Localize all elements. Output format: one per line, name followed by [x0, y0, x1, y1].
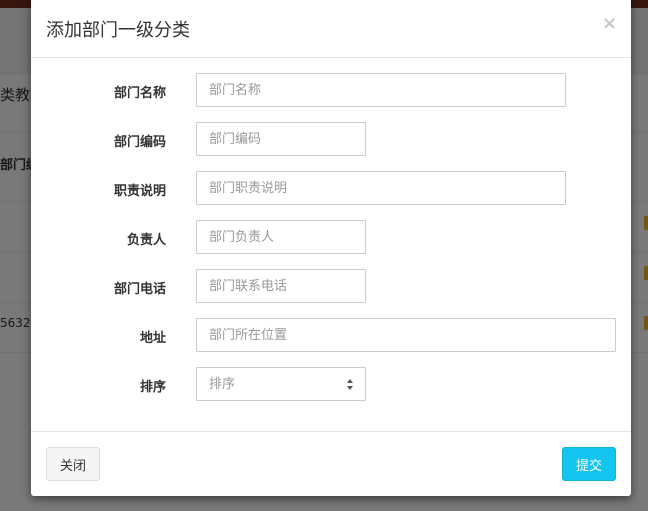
form-row-code: 部门编码	[31, 122, 631, 156]
form-row-sort: 排序	[31, 367, 631, 401]
form-row-owner: 负责人	[31, 220, 631, 254]
chevron-up-icon[interactable]	[347, 379, 353, 383]
address-input[interactable]	[196, 318, 616, 352]
department-name-label: 部门名称	[113, 86, 166, 101]
department-code-label: 部门编码	[113, 135, 166, 150]
owner-input[interactable]	[196, 220, 366, 254]
owner-label: 负责人	[126, 233, 166, 248]
form-row-phone: 部门电话	[31, 269, 631, 303]
form-row-desc: 职责说明	[31, 171, 631, 205]
form-row-name: 部门名称	[31, 73, 631, 107]
department-code-input[interactable]	[196, 122, 366, 156]
responsibility-input[interactable]	[196, 171, 566, 205]
close-button[interactable]: 关闭	[46, 447, 100, 481]
modal-footer: 关闭 提交	[31, 431, 631, 496]
phone-input[interactable]	[196, 269, 366, 303]
phone-label: 部门电话	[113, 282, 166, 297]
chevron-down-icon[interactable]	[347, 386, 353, 390]
form-row-address: 地址	[31, 318, 631, 352]
modal-title: 添加部门一级分类	[46, 20, 190, 41]
close-icon[interactable]: ×	[602, 14, 617, 34]
responsibility-label: 职责说明	[113, 184, 166, 199]
department-name-input[interactable]	[196, 73, 566, 107]
add-department-modal: 添加部门一级分类 × 部门名称 部门编码 职责说明 负责人 部门电话 地址 排序…	[31, 0, 631, 496]
sort-label: 排序	[139, 380, 166, 395]
number-spinner[interactable]	[347, 376, 355, 392]
sort-input[interactable]	[196, 367, 366, 401]
submit-button[interactable]: 提交	[562, 447, 616, 481]
address-label: 地址	[139, 331, 166, 346]
modal-header: 添加部门一级分类 ×	[31, 0, 631, 58]
